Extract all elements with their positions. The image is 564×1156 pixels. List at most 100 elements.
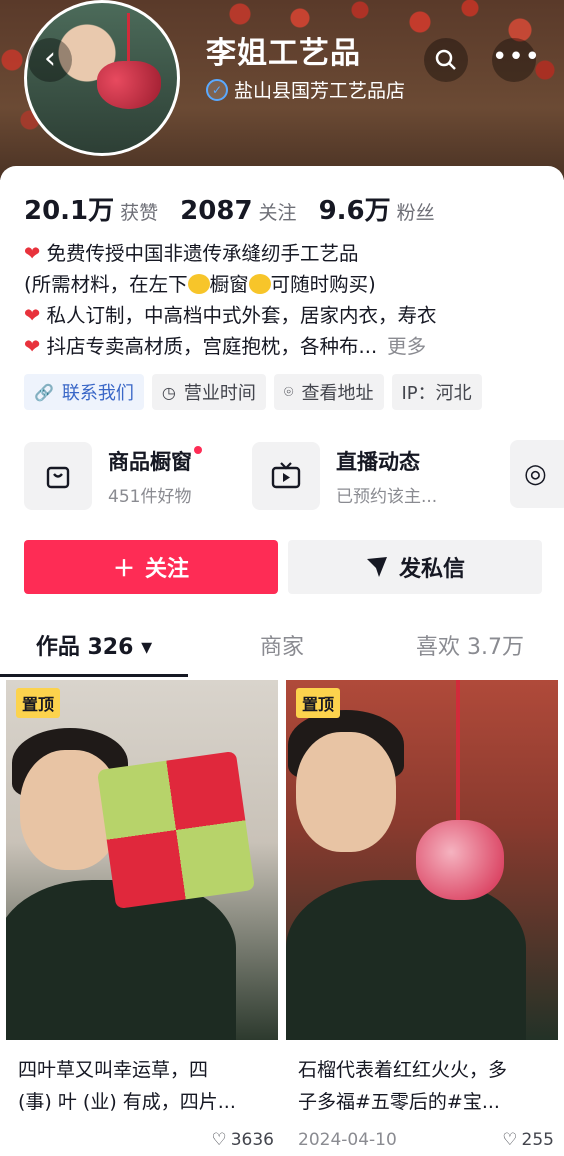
feature-group-chat[interactable]: ◎ (510, 440, 564, 508)
message-label: 发私信 (398, 557, 465, 582)
avatar-sachet (97, 61, 161, 109)
stat-label: 关注 (258, 202, 297, 224)
chevron-left-icon: ‹ (44, 41, 56, 76)
pinned-badge: 置顶 (16, 688, 61, 718)
location-pin-icon: ⌾ (283, 382, 294, 401)
profile-banner: ‹ 李姐工艺品 ✓ 盐山县国芳工艺品店 ••• (0, 0, 564, 180)
thumbnail-pillow (96, 750, 256, 910)
posts-grid: 置顶 四叶草又叫幸运草，四 (事) 叶 (业) 有成，四片... ♡ 3636 (6, 680, 558, 1156)
bio-line: ❤ 免费传授中国非遗传承缝纫手工艺品 (24, 238, 544, 269)
action-buttons: ＋ 关注 发私信 (24, 540, 542, 594)
caption-line: 子多福#五零后的#宝... (298, 1091, 500, 1113)
search-icon (435, 49, 456, 70)
avatar-sachet-cord (127, 13, 130, 63)
back-button[interactable]: ‹ (28, 38, 72, 82)
post-caption: 石榴代表着红红火火，多 子多福#五零后的#宝... (298, 1054, 550, 1118)
bio-line: ❤ 抖店专卖高材质，宫庭抱枕，各种布... 更多 (24, 331, 544, 362)
bio-text: 私人订制，中高档中式外套，居家内衣，寿衣 (46, 304, 437, 327)
feature-subtitle: 451件好物 (108, 486, 192, 507)
stat-followers[interactable]: 9.6万 粉丝 (319, 190, 435, 227)
bio-text: (所需材料，在左下 (24, 273, 188, 296)
tag-address[interactable]: ⌾ 查看地址 (273, 374, 384, 410)
stat-label: 获赞 (120, 202, 159, 224)
post-thumbnail[interactable]: 置顶 (6, 680, 278, 1040)
plus-icon: ＋ (112, 557, 135, 582)
bio-text: 抖店专卖高材质，宫庭抱枕，各种布... (46, 335, 378, 358)
follow-label: 关注 (145, 557, 190, 582)
profile-card: 20.1万 获赞 2087 关注 9.6万 粉丝 ❤ 免费传授中国非遗传承缝纫手… (0, 166, 564, 1156)
tag-ip: IP：河北 (391, 374, 482, 410)
thumbnail-sachet-cord (456, 680, 460, 830)
shop-subtitle[interactable]: ✓ 盐山县国芳工艺品店 (206, 76, 405, 103)
tag-business-hours[interactable]: ◷ 营业时间 (151, 374, 266, 410)
link-icon: 🔗 (34, 382, 54, 402)
shop-name: 李姐工艺品 (206, 36, 361, 71)
stats-row: 20.1万 获赞 2087 关注 9.6万 粉丝 (24, 190, 435, 227)
tab-works[interactable]: 作品 326 ▾ (0, 626, 188, 680)
chick-icon (248, 274, 271, 294)
feature-shop-window[interactable]: 商品橱窗 451件好物 (24, 440, 240, 512)
tag-contact[interactable]: 🔗 联系我们 (24, 374, 144, 410)
heart-outline-icon: ♡ (211, 1130, 227, 1150)
post-likes[interactable]: ♡ 3636 (211, 1130, 274, 1150)
post-card[interactable]: 置顶 石榴代表着红红火火，多 子多福#五零后的#宝... 2024-04-10 … (286, 680, 558, 1156)
verified-badge-icon: ✓ (206, 78, 228, 101)
tab-likes[interactable]: 喜欢 3.7万 (376, 626, 564, 680)
tag-label: 查看地址 (301, 383, 374, 404)
search-button[interactable] (424, 38, 468, 82)
message-button[interactable]: 发私信 (288, 540, 542, 594)
feature-title: 直播动态 (336, 449, 420, 474)
chat-bubble-icon: ◎ (524, 459, 547, 489)
feature-title: 商品橱窗 (108, 445, 202, 476)
post-likes[interactable]: ♡ 255 (502, 1130, 554, 1150)
post-meta: ♡ 3636 (18, 1130, 274, 1150)
feature-subtitle: 已预约该主... (336, 486, 438, 507)
stat-value: 2087 (180, 196, 253, 226)
bio: ❤ 免费传授中国非遗传承缝纫手工艺品 (所需材料，在左下 橱窗 可随时购买) ❤ 私… (24, 238, 544, 362)
more-button[interactable]: ••• (492, 38, 540, 82)
caption-line: 石榴代表着红红火火，多 (298, 1059, 508, 1081)
heart-icon: ❤ (24, 335, 41, 358)
post-date: 2024-04-10 (298, 1130, 397, 1150)
post-thumbnail[interactable]: 置顶 (286, 680, 558, 1040)
follow-button[interactable]: ＋ 关注 (24, 540, 278, 594)
notification-dot (194, 445, 202, 454)
bio-text: 免费传授中国非遗传承缝纫手工艺品 (46, 242, 359, 265)
heart-icon: ❤ (24, 304, 41, 327)
bio-more-link[interactable]: 更多 (387, 335, 426, 358)
bio-line: (所需材料，在左下 橱窗 可随时购买) (24, 269, 544, 300)
bio-line: ❤ 私人订制，中高档中式外套，居家内衣，寿衣 (24, 300, 544, 331)
tag-label: 营业时间 (183, 383, 256, 404)
more-horizontal-icon: ••• (492, 42, 542, 72)
like-count: 3636 (230, 1130, 274, 1150)
clock-icon: ◷ (161, 382, 176, 402)
tag-label: 联系我们 (61, 383, 134, 404)
stat-label: 粉丝 (396, 202, 435, 224)
thumbnail-sachet (416, 820, 504, 900)
caption-line: (事) 叶 (业) 有成，四片... (18, 1091, 236, 1113)
feature-live[interactable]: 直播动态 已预约该主... (252, 440, 468, 512)
stat-likes[interactable]: 20.1万 获赞 (24, 190, 158, 227)
tv-icon (252, 442, 320, 510)
post-card[interactable]: 置顶 四叶草又叫幸运草，四 (事) 叶 (业) 有成，四片... ♡ 3636 (6, 680, 278, 1156)
pinned-badge: 置顶 (296, 688, 341, 718)
heart-icon: ❤ (24, 242, 41, 265)
thumbnail-figure-body (286, 880, 526, 1040)
thumbnail-figure-face (296, 732, 396, 852)
shopping-bag-icon (24, 442, 92, 510)
chick-icon (187, 274, 210, 294)
tab-merchant[interactable]: 商家 (188, 626, 376, 680)
stat-following[interactable]: 2087 关注 (180, 196, 296, 226)
send-icon (366, 557, 387, 577)
bio-text: 可随时购买) (270, 273, 376, 296)
active-tab-indicator (0, 674, 188, 677)
caption-line: 四叶草又叫幸运草，四 (18, 1059, 209, 1081)
like-count: 255 (521, 1130, 554, 1150)
stat-value: 20.1万 (24, 196, 115, 226)
feature-row: 商品橱窗 451件好物 直播动态 已预约该主... (24, 440, 468, 512)
content-tabs: 作品 326 ▾ 商家 喜欢 3.7万 (0, 626, 564, 680)
post-meta: 2024-04-10 ♡ 255 (298, 1130, 554, 1150)
bio-text: 橱窗 (209, 273, 249, 296)
shop-subtitle-text: 盐山县国芳工艺品店 (234, 80, 406, 102)
post-caption: 四叶草又叫幸运草，四 (事) 叶 (业) 有成，四片... (18, 1054, 270, 1118)
